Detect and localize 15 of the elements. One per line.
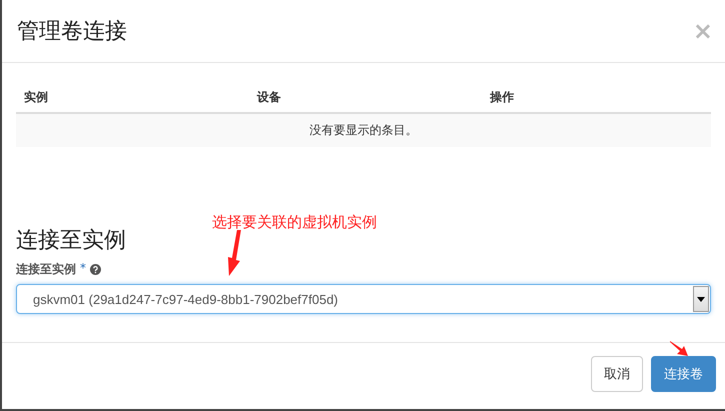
section-title: 连接至实例 xyxy=(16,227,126,255)
empty-message: 没有要显示的条目。 xyxy=(16,114,711,147)
required-mark: * xyxy=(80,261,86,275)
field-label: 连接至实例 xyxy=(16,261,76,278)
column-header: 操作 xyxy=(490,89,515,106)
help-icon[interactable] xyxy=(90,264,101,275)
caret-icon xyxy=(697,296,705,302)
cancel-button[interactable]: 取消 xyxy=(591,356,643,392)
dialog-title: 管理卷连接 xyxy=(17,18,127,46)
annotation-text: 选择要关联的虚拟机实例 xyxy=(212,213,377,232)
instance-select[interactable]: gskvm01 (29a1d247-7c97-4ed9-8bb1-7902bef7f05d) xyxy=(16,284,711,314)
column-header: 设备 xyxy=(257,89,282,106)
attach-button[interactable]: 连接卷 xyxy=(651,356,716,392)
annotation-arrow-icon xyxy=(670,340,688,356)
column-header: 实例 xyxy=(24,89,49,106)
